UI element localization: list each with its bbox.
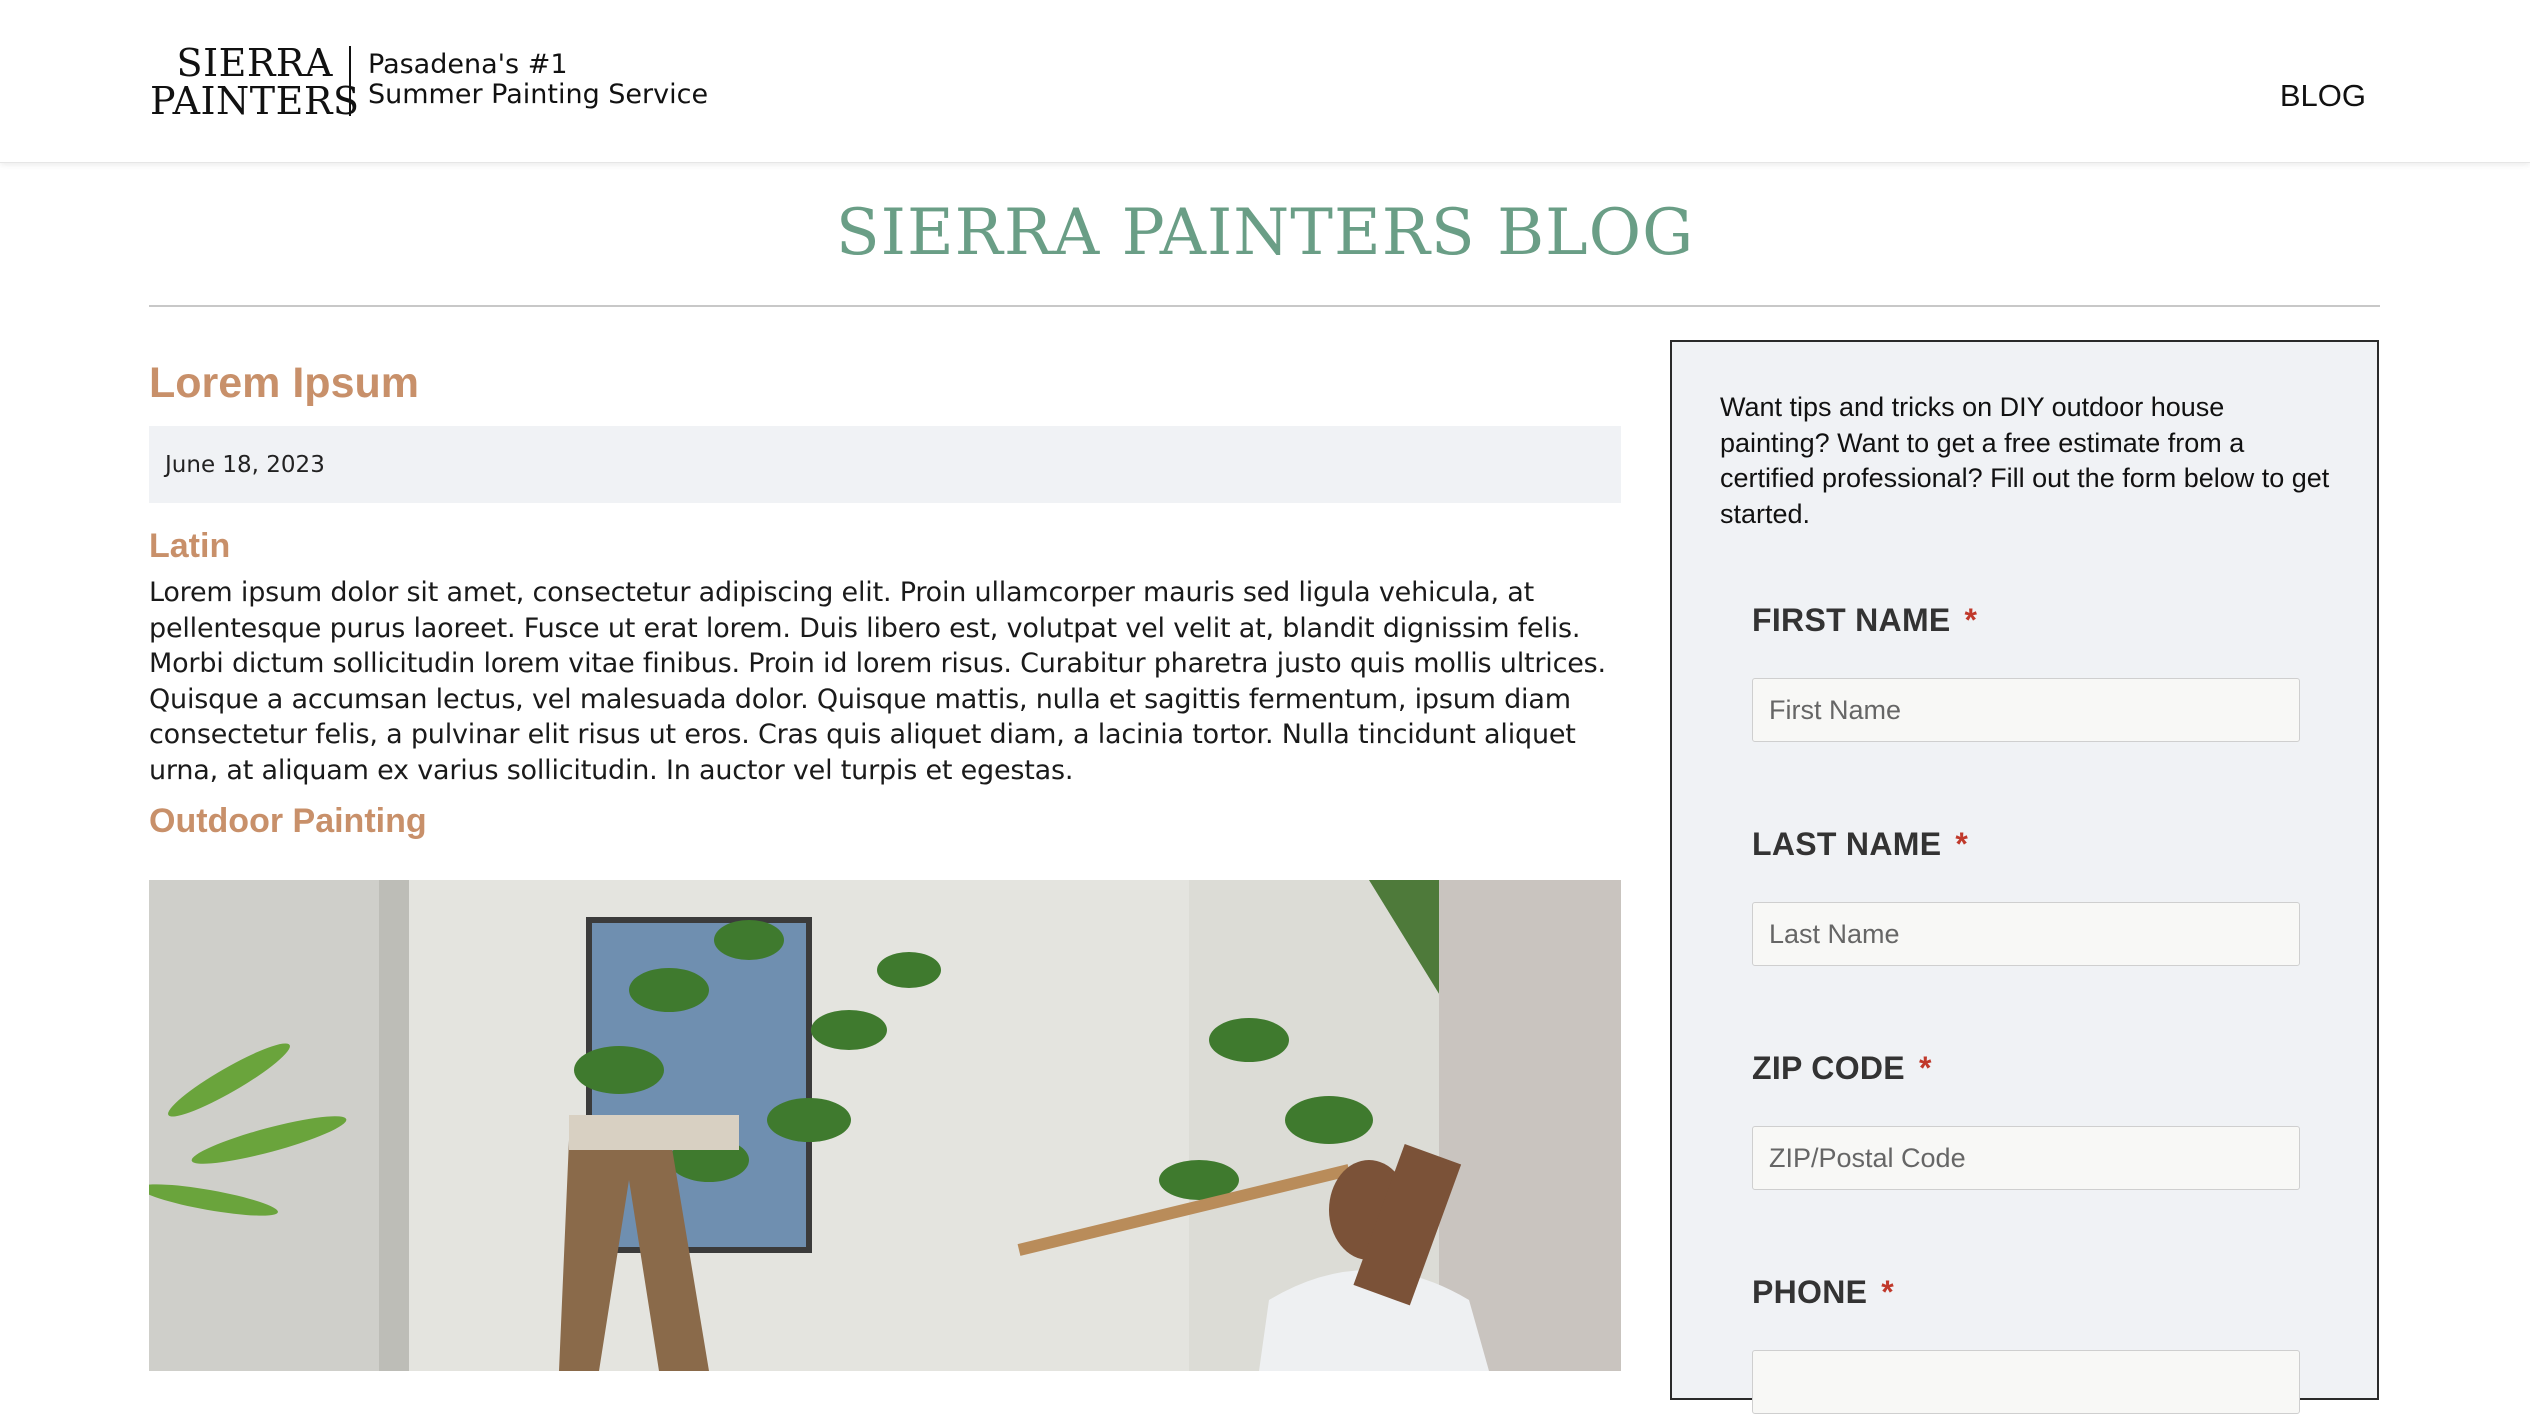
- zip-code-input[interactable]: [1752, 1126, 2300, 1190]
- phone-label-text: PHONE: [1752, 1274, 1868, 1310]
- phone-input[interactable]: [1752, 1350, 2300, 1414]
- zip-code-label-text: ZIP CODE: [1752, 1050, 1905, 1086]
- form-intro-text: Want tips and tricks on DIY outdoor hous…: [1720, 392, 2330, 529]
- first-name-label-text: FIRST NAME: [1752, 602, 1951, 638]
- tagline-line-1: Pasadena's #1: [368, 49, 568, 80]
- painter-photo-illustration: [149, 880, 1621, 1371]
- logo-divider: [349, 46, 351, 116]
- logo-line-1: SIERRA: [176, 41, 333, 85]
- required-marker: *: [1964, 602, 1978, 638]
- last-name-input[interactable]: [1752, 902, 2300, 966]
- section-heading-outdoor-painting: Outdoor Painting: [149, 802, 427, 840]
- post-date: June 18, 2023: [165, 451, 325, 478]
- post-title[interactable]: Lorem Ipsum: [149, 358, 1621, 408]
- first-name-label: FIRST NAME *: [1752, 602, 1977, 639]
- last-name-label-text: LAST NAME: [1752, 826, 1942, 862]
- post-body-paragraph: Lorem ipsum dolor sit amet, consectetur …: [149, 577, 1606, 786]
- last-name-label: LAST NAME *: [1752, 826, 1968, 863]
- nav-blog-link[interactable]: BLOG: [2280, 78, 2366, 114]
- tagline-line-2: Summer Painting Service: [368, 79, 709, 110]
- required-marker: *: [1881, 1274, 1895, 1310]
- required-marker: *: [1955, 826, 1969, 862]
- first-name-input[interactable]: [1752, 678, 2300, 742]
- logo-line-2: PAINTERS: [150, 79, 360, 123]
- section-heading-latin: Latin: [149, 527, 231, 565]
- post-image: [149, 880, 1621, 1371]
- page-title: SIERRA PAINTERS BLOG: [835, 196, 1695, 270]
- post-date-bar: June 18, 2023: [149, 426, 1621, 503]
- site-tagline: Pasadena's #1 Summer Painting Service: [368, 50, 708, 110]
- phone-label: PHONE *: [1752, 1274, 1894, 1311]
- site-header: SIERRA PAINTERS Pasadena's #1 Summer Pai…: [0, 0, 2530, 163]
- required-marker: *: [1918, 1050, 1932, 1086]
- title-divider: [149, 305, 2380, 307]
- zip-code-label: ZIP CODE *: [1752, 1050, 1932, 1087]
- site-logo[interactable]: SIERRA PAINTERS: [150, 44, 360, 120]
- estimate-form-panel: Want tips and tricks on DIY outdoor hous…: [1670, 340, 2379, 1414]
- blog-post: Lorem Ipsum June 18, 2023 Latin Lorem ip…: [149, 340, 1621, 846]
